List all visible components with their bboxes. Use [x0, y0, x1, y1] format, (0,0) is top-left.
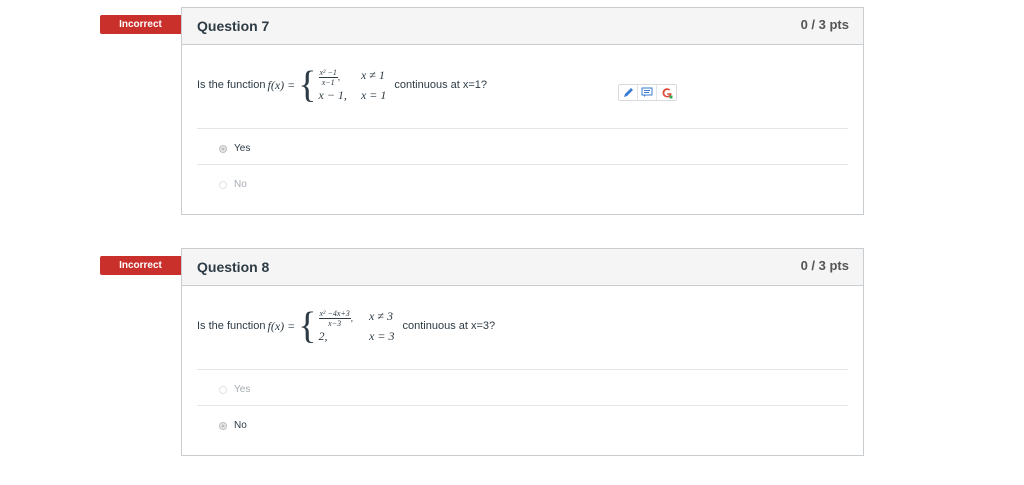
divider	[197, 164, 848, 165]
question-header: Question 7 0 / 3 pts	[182, 8, 863, 45]
question-points: 0 / 3 pts	[800, 17, 849, 32]
prompt-suffix: continuous at x=3?	[402, 320, 496, 332]
radio-button[interactable]	[219, 144, 227, 153]
prompt-prefix: Is the function	[197, 320, 266, 332]
question-7: Question 7 0 / 3 pts Is the function f(x…	[181, 7, 864, 215]
answer-option-no[interactable]: No	[219, 420, 247, 431]
case2-expression: x − 1,	[318, 87, 347, 102]
question-prompt: Is the function f(x) = { x² −4x+3 x−3, x …	[197, 307, 495, 345]
piecewise-cases: x² −4x+3 x−3, x ≠ 3 2, x = 3	[318, 308, 395, 343]
function-label: f(x) =	[267, 318, 296, 333]
case2-condition: x = 3	[369, 328, 395, 343]
case1-fraction: x² −4x+3 x−3	[318, 308, 351, 328]
answer-label: No	[234, 420, 247, 431]
piecewise-brace: {	[298, 64, 317, 106]
case2-expression: 2,	[318, 328, 328, 343]
answer-label: No	[234, 179, 247, 190]
radio-button[interactable]	[219, 385, 227, 394]
case1-condition: x ≠ 1	[360, 67, 385, 82]
question-prompt: Is the function f(x) = { x² −1 x−1, x ≠ 1…	[197, 66, 487, 104]
answer-option-yes[interactable]: Yes	[219, 384, 250, 395]
case2-condition: x = 1	[360, 87, 387, 102]
answer-label: Yes	[234, 384, 251, 395]
question-8: Question 8 0 / 3 pts Is the function f(x…	[181, 248, 864, 456]
piecewise-cases: x² −1 x−1, x ≠ 1 x − 1, x = 1	[318, 67, 387, 102]
question-header: Question 8 0 / 3 pts	[182, 249, 863, 286]
prompt-prefix: Is the function	[197, 79, 266, 91]
question-title: Question 7	[197, 18, 270, 34]
toolbar	[618, 84, 677, 101]
function-label: f(x) =	[267, 77, 296, 92]
incorrect-badge: Incorrect	[100, 15, 189, 34]
answer-option-no[interactable]: No	[219, 179, 247, 190]
answer-label: Yes	[234, 143, 251, 154]
prompt-suffix: continuous at x=1?	[394, 79, 488, 91]
question-points: 0 / 3 pts	[800, 258, 849, 273]
answer-option-yes[interactable]: Yes	[219, 143, 250, 154]
divider	[197, 369, 848, 370]
radio-button[interactable]	[219, 421, 227, 430]
comment-icon[interactable]	[638, 85, 657, 100]
divider	[197, 405, 848, 406]
divider	[197, 128, 848, 129]
case1-fraction: x² −1 x−1	[318, 67, 338, 87]
radio-button[interactable]	[219, 180, 227, 189]
pencil-icon[interactable]	[619, 85, 638, 100]
piecewise-brace: {	[298, 305, 317, 347]
case1-condition: x ≠ 3	[369, 308, 393, 323]
google-icon[interactable]	[657, 85, 676, 100]
question-title: Question 8	[197, 259, 270, 275]
incorrect-badge: Incorrect	[100, 256, 189, 275]
